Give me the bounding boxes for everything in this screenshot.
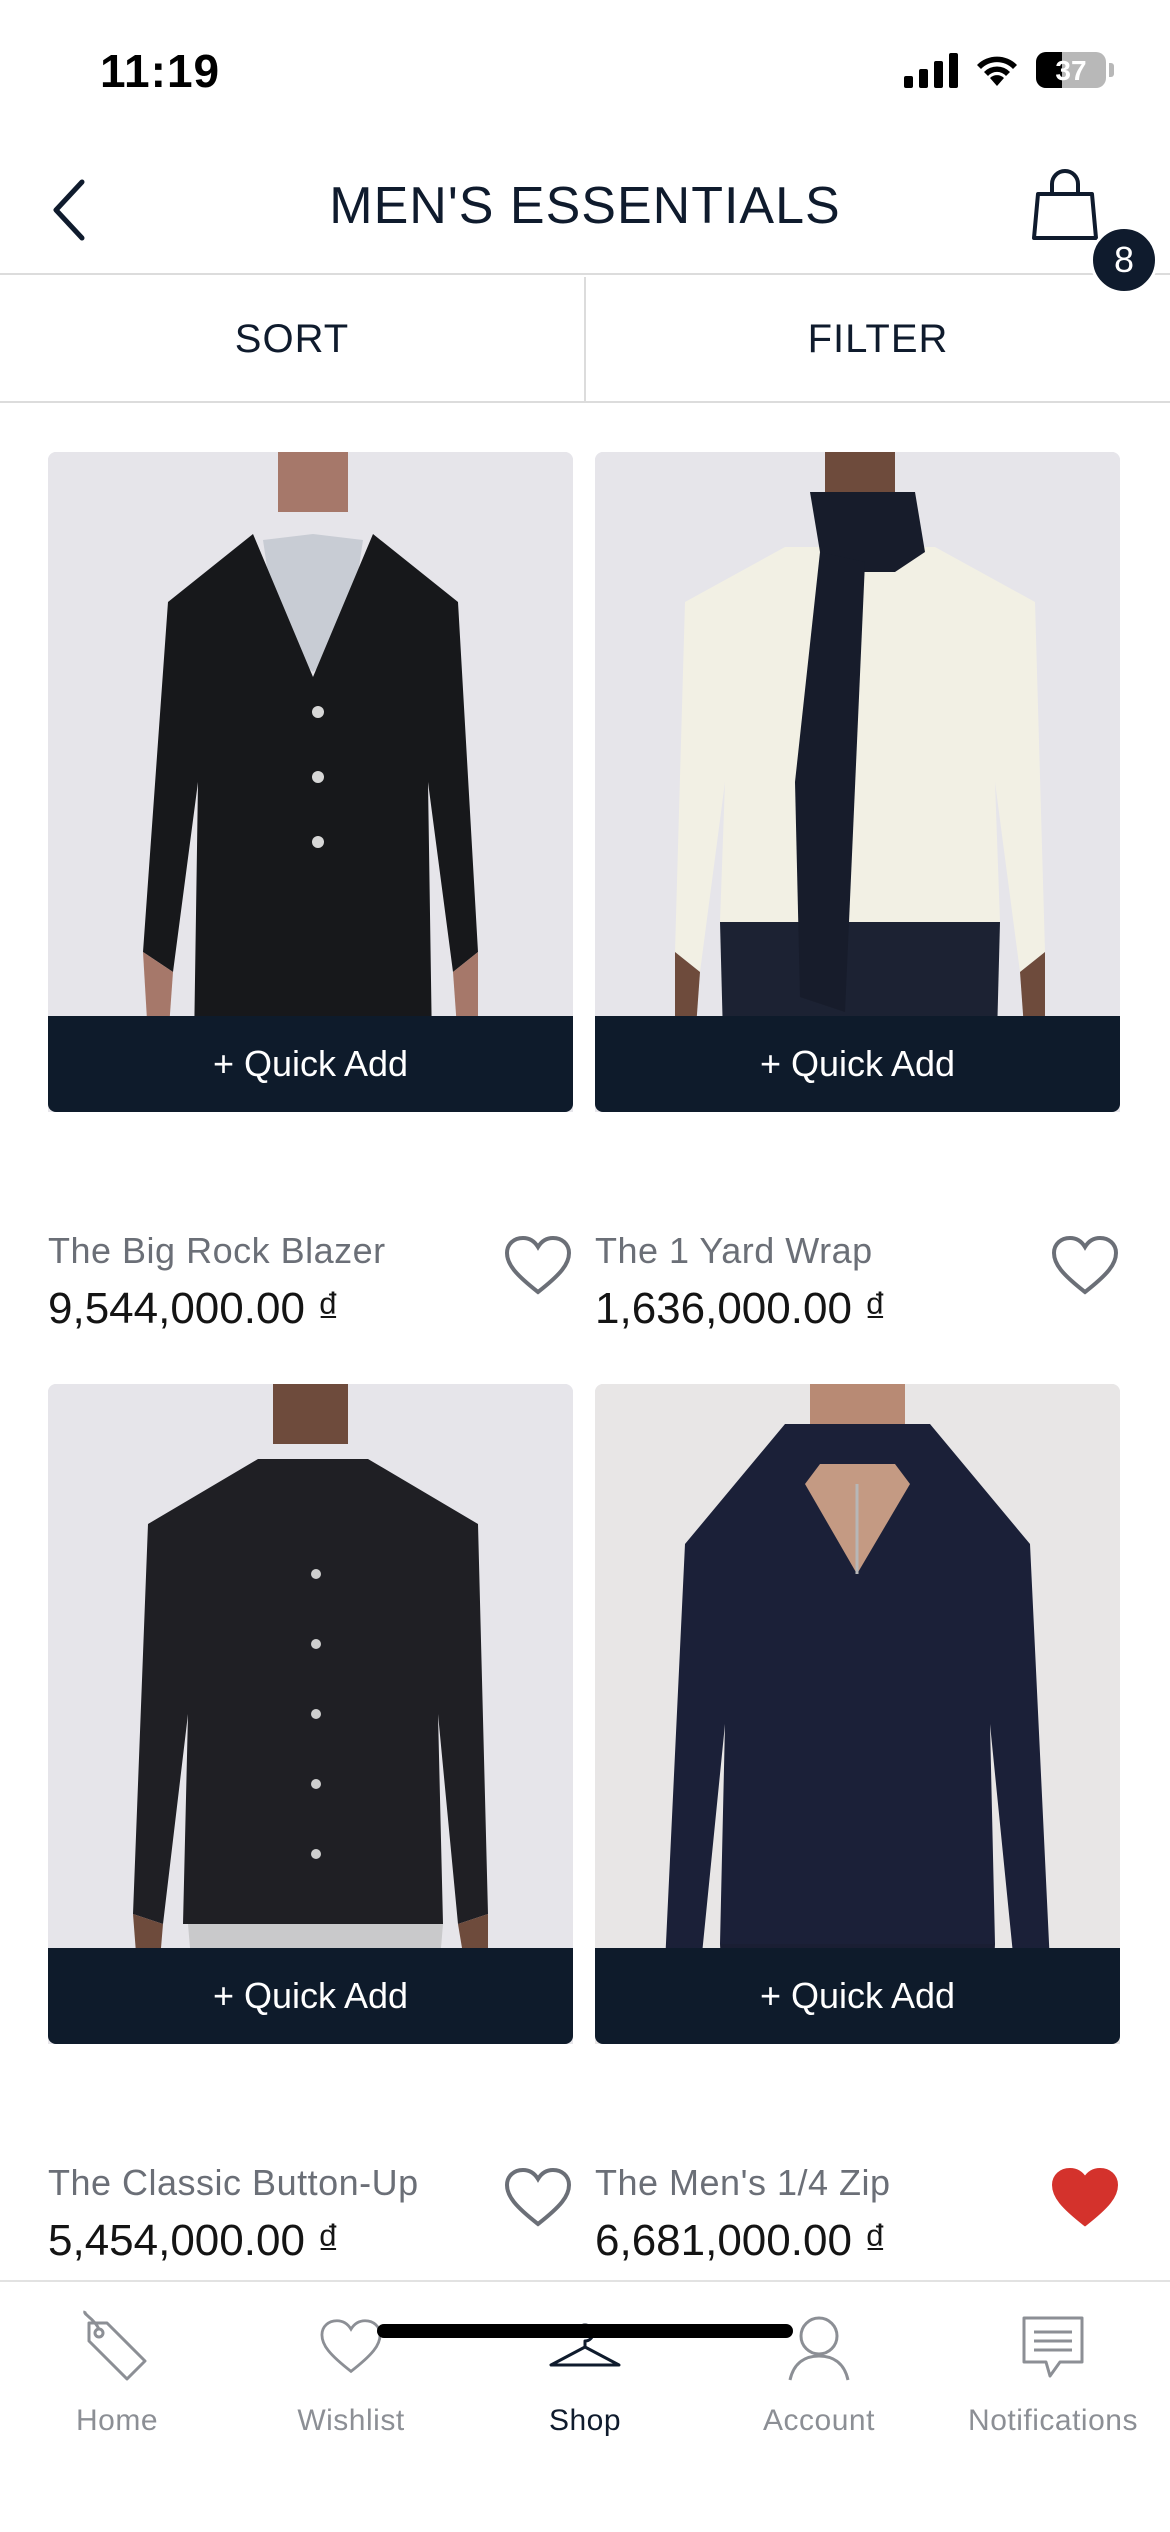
page-title: MEN'S ESSENTIALS [329, 177, 841, 235]
tag-icon [72, 2302, 162, 2392]
shopping-bag-icon [1032, 169, 1098, 240]
battery-icon: 37 [1036, 52, 1106, 88]
blazer-illustration [48, 452, 573, 1112]
bottom-tab-bar: Home Wishlist Shop Account Notifications [0, 2280, 1170, 2532]
tab-wishlist[interactable]: Wishlist [234, 2302, 468, 2438]
heart-icon [306, 2302, 396, 2392]
tab-label: Wishlist [297, 2404, 405, 2437]
wifi-icon [977, 56, 1017, 86]
product-card[interactable]: + Quick Add The Men's 1/4 Zip 6,681,000.… [595, 1384, 1120, 2265]
quick-add-button[interactable]: + Quick Add [48, 1948, 573, 2044]
battery-cap [1109, 63, 1114, 77]
cart-button[interactable]: 8 [1030, 168, 1158, 294]
status-time: 11:19 [100, 45, 221, 97]
wishlist-toggle[interactable] [1050, 1234, 1120, 1298]
status-icons: 37 [904, 52, 1114, 88]
filter-button[interactable]: FILTER [584, 277, 1170, 401]
product-price: 1,636,000.00 ₫ [595, 1284, 887, 1333]
home-indicator[interactable] [377, 2324, 793, 2338]
tab-home[interactable]: Home [0, 2302, 234, 2438]
heart-outline-icon [504, 2167, 572, 2227]
person-icon [774, 2302, 864, 2392]
wishlist-toggle[interactable] [503, 1234, 573, 1298]
product-image-wrap[interactable]: + Quick Add [595, 452, 1120, 1112]
battery-level: 37 [1055, 55, 1087, 86]
hanger-icon [540, 2302, 630, 2392]
heart-filled-icon [1051, 2167, 1119, 2227]
wishlist-toggle[interactable] [503, 2166, 573, 2230]
product-card[interactable]: + Quick Add The Classic Button-Up 5,454,… [48, 1384, 573, 2265]
product-name[interactable]: The 1 Yard Wrap [595, 1230, 873, 1272]
heart-outline-icon [504, 1235, 572, 1295]
wrap-illustration [595, 452, 1120, 1112]
product-name[interactable]: The Classic Button-Up [48, 2162, 419, 2204]
product-image-blazer[interactable]: + Quick Add [48, 452, 573, 1112]
quick-add-button[interactable]: + Quick Add [48, 1016, 573, 1112]
status-bar: 11:19 37 [0, 0, 1170, 140]
product-name[interactable]: The Big Rock Blazer [48, 1230, 386, 1272]
cellular-signal-icon [904, 52, 958, 88]
product-image-button-up[interactable]: + Quick Add [48, 1384, 573, 2044]
tab-shop[interactable]: Shop [468, 2302, 702, 2438]
wishlist-toggle[interactable] [1050, 2166, 1120, 2230]
tab-label: Notifications [968, 2404, 1138, 2437]
tab-account[interactable]: Account [702, 2302, 936, 2438]
product-name[interactable]: The Men's 1/4 Zip [595, 2162, 891, 2204]
product-price: 5,454,000.00 ₫ [48, 2216, 340, 2265]
button-up-illustration [48, 1384, 573, 2044]
tab-label: Account [763, 2404, 875, 2437]
product-card[interactable]: + Quick Add The 1 Yard Wrap 1,636,000.00… [595, 452, 1120, 1333]
quick-add-button[interactable]: + Quick Add [595, 1016, 1120, 1112]
quarter-zip-illustration [595, 1384, 1120, 2044]
sort-filter-bar: SORT FILTER [0, 277, 1170, 403]
tab-notifications[interactable]: Notifications [936, 2302, 1170, 2438]
product-price: 9,544,000.00 ₫ [48, 1284, 340, 1333]
product-card[interactable]: + Quick Add The Big Rock Blazer 9,544,00… [48, 452, 573, 1333]
tab-label: Shop [548, 2404, 622, 2437]
product-price: 6,681,000.00 ₫ [595, 2216, 887, 2265]
product-image-quarter-zip[interactable]: + Quick Add [595, 1384, 1120, 2044]
quick-add-button[interactable]: + Quick Add [595, 1948, 1120, 2044]
sort-button[interactable]: SORT [0, 277, 584, 401]
header-bar: MEN'S ESSENTIALS 8 [0, 140, 1170, 294]
tab-label: Home [75, 2404, 159, 2437]
heart-outline-icon [1051, 1235, 1119, 1295]
chat-icon [1008, 2302, 1098, 2392]
